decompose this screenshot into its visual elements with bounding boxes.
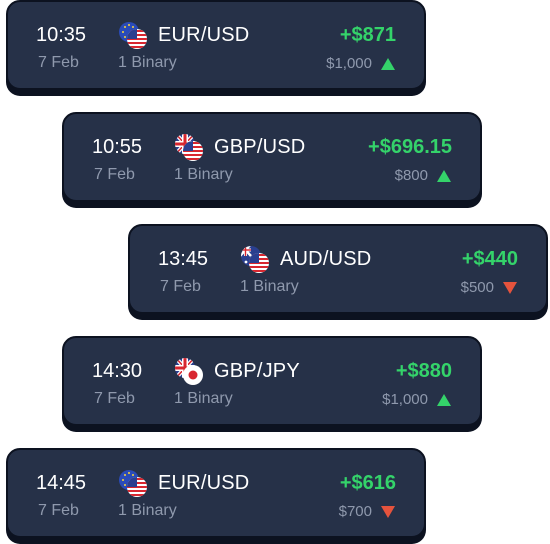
arrow-up-icon xyxy=(381,58,395,70)
trade-time: 14:30 xyxy=(92,360,143,382)
currency-pair: GBP/USD xyxy=(214,136,306,158)
trade-date: 7 Feb xyxy=(94,166,135,183)
trade-date: 7 Feb xyxy=(38,502,79,519)
trade-profit: +$880 xyxy=(395,360,452,382)
trade-type: 1 Binary xyxy=(240,278,299,295)
arrow-down-icon xyxy=(503,282,517,294)
trade-time: 10:55 xyxy=(92,136,143,158)
trade-card[interactable]: 13:45 7 Feb AUD/USD 1 Binary +$440 $500 xyxy=(128,224,548,314)
trade-time: 10:35 xyxy=(36,24,87,46)
trade-stake: $1,000 xyxy=(326,55,372,72)
trade-card[interactable]: 14:30 7 Feb GBP/JPY 1 Binary +$880 $1,00… xyxy=(62,336,482,426)
trade-type: 1 Binary xyxy=(118,54,177,71)
trade-profit: +$696.15 xyxy=(368,136,452,158)
currency-pair: EUR/USD xyxy=(158,472,250,494)
trade-time: 13:45 xyxy=(158,248,209,270)
trade-card[interactable]: 10:55 7 Feb GBP/USD 1 Binary +$696.15 $8… xyxy=(62,112,482,202)
trade-date: 7 Feb xyxy=(38,54,79,71)
currency-pair: AUD/USD xyxy=(280,248,372,270)
trade-type: 1 Binary xyxy=(174,166,233,183)
arrow-up-icon xyxy=(437,394,451,406)
trade-date: 7 Feb xyxy=(160,278,201,295)
eur-usd-flags-icon xyxy=(119,22,147,49)
trade-profit: +$616 xyxy=(339,472,396,494)
eur-usd-flags-icon xyxy=(119,470,147,497)
gbp-jpy-flags-icon xyxy=(175,358,203,385)
gbp-usd-flags-icon xyxy=(175,134,203,161)
trade-card[interactable]: 14:45 7 Feb EUR/USD 1 Binary +$616 $700 xyxy=(6,448,426,538)
trade-profit: +$871 xyxy=(339,24,396,46)
arrow-down-icon xyxy=(381,506,395,518)
aud-usd-flags-icon xyxy=(241,246,269,273)
currency-pair: EUR/USD xyxy=(158,24,250,46)
trade-stake: $700 xyxy=(338,503,372,520)
trade-time: 14:45 xyxy=(36,472,87,494)
trade-type: 1 Binary xyxy=(174,390,233,407)
trade-stake: $800 xyxy=(394,167,428,184)
trade-date: 7 Feb xyxy=(94,390,135,407)
trade-type: 1 Binary xyxy=(118,502,177,519)
trade-card[interactable]: 10:35 7 Feb EUR/USD 1 Binary +$871 $1,00… xyxy=(6,0,426,90)
currency-pair: GBP/JPY xyxy=(214,360,300,382)
trade-stake: $1,000 xyxy=(382,391,428,408)
trade-stake: $500 xyxy=(460,279,494,296)
arrow-up-icon xyxy=(437,170,451,182)
trade-profit: +$440 xyxy=(461,248,518,270)
